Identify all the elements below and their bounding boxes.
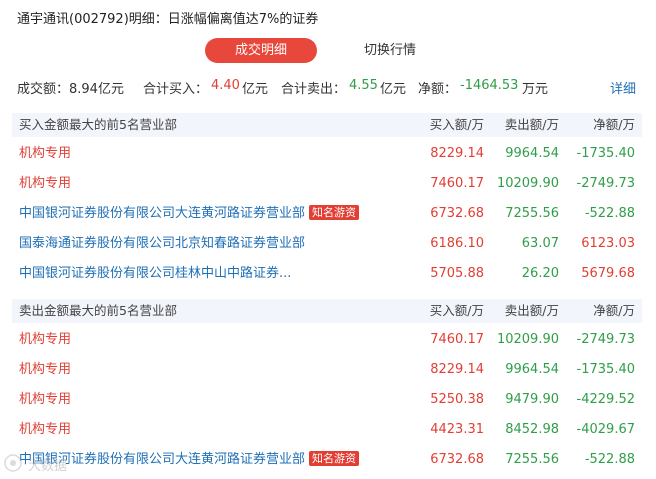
buy-amount: 6732.68 <box>430 452 484 467</box>
net-amount: -522.88 <box>584 206 635 221</box>
sell-amount: 9964.54 <box>505 146 559 161</box>
table-row: 中国银河证券股份有限公司大连黄河路证券营业部 知名游资 6732.68 7255.56… <box>12 199 642 229</box>
sell-amount: 26.20 <box>521 266 559 281</box>
sell-section-title: 卖出金额最大的前5名营业部 <box>19 303 177 318</box>
buy-amount: 5705.88 <box>430 266 484 281</box>
buy-amount: 6186.10 <box>430 236 484 251</box>
buy-section-title: 买入金额最大的前5名营业部 <box>19 117 177 132</box>
broker-name-text: 机构专用 <box>19 392 72 407</box>
sell-amount: 7255.56 <box>505 452 559 467</box>
col-net-header: 净额/万 <box>593 117 635 132</box>
broker-name-link[interactable]: 机构专用 <box>19 385 71 415</box>
net-amount: 5679.68 <box>581 266 635 281</box>
col-buy-header: 买入额/万 <box>429 117 484 132</box>
sell-amount: 10209.90 <box>496 332 559 347</box>
buy-amount: 8229.14 <box>430 146 484 161</box>
buy-amount: 4423.31 <box>430 422 484 437</box>
sell-section-header: 卖出金额最大的前5名营业部 买入额/万 卖出额/万 净额/万 <box>12 299 642 323</box>
sell-amount: 8452.98 <box>505 422 559 437</box>
sell-amount: 63.07 <box>521 236 559 251</box>
table-row: 机构专用 7460.17 10209.90 -2749.73 <box>12 325 642 355</box>
broker-name-link[interactable]: 机构专用 <box>19 139 71 169</box>
net-amount: -2749.73 <box>576 176 635 191</box>
net-value: -1464.53 <box>460 78 519 93</box>
col-net-header: 净额/万 <box>593 303 635 318</box>
net-amount: -522.88 <box>584 452 635 467</box>
net-amount: -4029.67 <box>576 422 635 437</box>
broker-name-link[interactable]: 机构专用 <box>19 355 71 385</box>
famous-trader-badge: 知名游资 <box>309 205 360 220</box>
net-unit: 万元 <box>522 82 549 97</box>
table-row: 机构专用 8229.14 9964.54 -1735.40 <box>12 139 642 169</box>
table-row: 机构专用 7460.17 10209.90 -2749.73 <box>12 169 642 199</box>
net-amount: -1735.40 <box>576 362 635 377</box>
broker-name-link[interactable]: 机构专用 <box>19 325 71 355</box>
broker-name-link[interactable]: 中国银河证券股份有限公司桂林中山中路证券... <box>19 259 291 289</box>
total-sell-label: 合计卖出： <box>281 82 347 97</box>
table-row: 中国银河证券股份有限公司大连黄河路证券营业部 知名游资 6732.68 7255.56… <box>12 445 642 475</box>
detail-link[interactable]: 详细 <box>610 78 636 97</box>
broker-name-link[interactable]: 机构专用 <box>19 415 71 445</box>
total-sell-value: 4.55 <box>349 78 378 93</box>
sell-amount: 7255.56 <box>505 206 559 221</box>
famous-trader-badge: 知名游资 <box>309 451 360 466</box>
total-sell-unit: 亿元 <box>380 82 407 97</box>
sell-amount: 9479.90 <box>505 392 559 407</box>
net-amount: -4229.52 <box>576 392 635 407</box>
broker-name-text: 中国银河证券股份有限公司桂林中山中路证券... <box>19 266 292 281</box>
table-row: 中国银河证券股份有限公司桂林中山中路证券... 5705.88 26.20 5679.… <box>12 259 642 289</box>
sell-amount: 9964.54 <box>505 362 559 377</box>
broker-name-text: 机构专用 <box>19 362 72 377</box>
net-amount: -2749.73 <box>576 332 635 347</box>
broker-name-link[interactable]: 中国银河证券股份有限公司大连黄河路证券营业部 知名游资 <box>19 199 360 229</box>
broker-name-link[interactable]: 中国银河证券股份有限公司大连黄河路证券营业部 知名游资 <box>19 445 360 475</box>
total-buy-value: 4.40 <box>211 78 240 93</box>
table-row: 国泰海通证券股份有限公司北京知春路证券营业部 6186.10 63.07 6123.0… <box>12 229 642 259</box>
net-amount: 6123.03 <box>581 236 635 251</box>
col-sell-header: 卖出额/万 <box>504 117 559 132</box>
tab-switch-quote[interactable]: 切换行情 <box>364 38 416 63</box>
buy-amount: 7460.17 <box>430 176 484 191</box>
watermark-text: 大数据 <box>28 459 68 474</box>
broker-name-text: 机构专用 <box>19 146 72 161</box>
broker-name-text: 机构专用 <box>19 422 72 437</box>
buy-amount: 6732.68 <box>430 206 484 221</box>
broker-name-link[interactable]: 机构专用 <box>19 169 71 199</box>
buy-section-header: 买入金额最大的前5名营业部 买入额/万 卖出额/万 净额/万 <box>12 113 642 137</box>
page-title: 通宇通讯(002792)明细：日涨幅偏离值达7%的证券 <box>17 12 319 27</box>
broker-name-text: 中国银河证券股份有限公司大连黄河路证券营业部 <box>19 206 306 221</box>
col-sell-header: 卖出额/万 <box>504 303 559 318</box>
total-buy-unit: 亿元 <box>242 82 269 97</box>
total-buy-label: 合计买入： <box>143 82 209 97</box>
table-row: 机构专用 4423.31 8452.98 -4029.67 <box>12 415 642 445</box>
net-label: 净额： <box>418 82 458 97</box>
broker-name-link[interactable]: 国泰海通证券股份有限公司北京知春路证券营业部 <box>19 229 305 259</box>
net-amount: -1735.40 <box>576 146 635 161</box>
tab-bar: 成交明细 切换行情 <box>0 38 656 64</box>
broker-name-text: 机构专用 <box>19 176 72 191</box>
broker-name-text: 机构专用 <box>19 332 72 347</box>
table-row: 机构专用 8229.14 9964.54 -1735.40 <box>12 355 642 385</box>
broker-name-text: 国泰海通证券股份有限公司北京知春路证券营业部 <box>19 236 306 251</box>
buy-amount: 5250.38 <box>430 392 484 407</box>
table-row: 机构专用 5250.38 9479.90 -4229.52 <box>12 385 642 415</box>
watermark-icon <box>4 454 22 472</box>
tab-trade-detail[interactable]: 成交明细 <box>205 38 317 63</box>
sell-amount: 10209.90 <box>496 176 559 191</box>
col-buy-header: 买入额/万 <box>429 303 484 318</box>
turnover-label: 成交额： <box>17 82 70 97</box>
buy-amount: 8229.14 <box>430 362 484 377</box>
turnover-value: 8.94亿元 <box>69 82 124 97</box>
buy-amount: 7460.17 <box>430 332 484 347</box>
